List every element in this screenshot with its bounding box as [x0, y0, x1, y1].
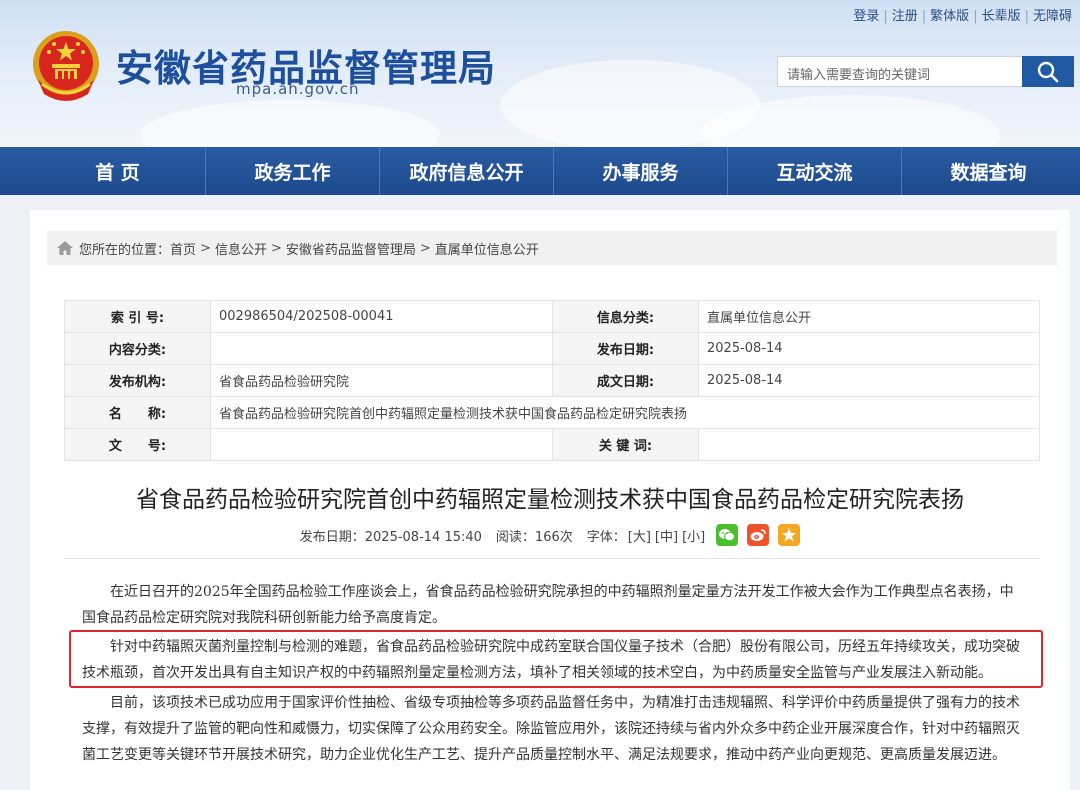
- breadcrumb-separator: >: [419, 240, 431, 256]
- home-icon: [57, 241, 73, 255]
- doc-number-label: 文 号:: [64, 428, 211, 461]
- keywords-value: [698, 428, 1040, 461]
- nav-services[interactable]: 办事服务: [554, 147, 727, 195]
- breadcrumb-affiliated-units[interactable]: 直属单位信息公开: [435, 239, 539, 258]
- favorite-icon: [782, 528, 797, 542]
- nav-information-disclosure[interactable]: 政府信息公开: [380, 147, 553, 195]
- main-nav: 首 页 政务工作 政府信息公开 办事服务 互动交流 数据查询: [0, 147, 1080, 195]
- wechat-icon: [719, 529, 736, 542]
- nav-home[interactable]: 首 页: [30, 147, 205, 195]
- elderly-mode-link[interactable]: 长辈版: [982, 9, 1021, 24]
- doc-number-value: [210, 428, 553, 461]
- link-separator: |: [883, 9, 888, 24]
- font-size-label: 字体：: [586, 529, 626, 545]
- doc-name-label: 名 称:: [64, 396, 211, 429]
- link-separator: |: [921, 9, 927, 24]
- table-row: 名 称: 省食品药品检验研究院首创中药辐照定量检测技术获中国食品药品检定研究院表…: [64, 396, 1040, 429]
- login-link[interactable]: 登录: [853, 9, 879, 24]
- keywords-label: 关 键 词:: [552, 428, 699, 461]
- category-value: 直属单位信息公开: [698, 300, 1040, 333]
- article-info-bar: 发布日期：2025-08-14 15:40 阅读：166次 字体： [大] [中…: [30, 524, 1070, 546]
- publish-datetime: 发布日期：2025-08-14 15:40: [299, 529, 482, 545]
- national-emblem-icon[interactable]: [28, 28, 104, 106]
- search-icon: [1037, 61, 1059, 82]
- nav-government-affairs[interactable]: 政务工作: [206, 147, 379, 195]
- table-row: 文 号: 关 键 词:: [64, 428, 1040, 461]
- weibo-icon: [750, 529, 766, 541]
- created-date-label: 成文日期:: [552, 364, 699, 397]
- link-separator: |: [1024, 9, 1029, 24]
- content-type-label: 内容分类:: [64, 332, 211, 365]
- breadcrumb-separator: >: [270, 240, 282, 256]
- publish-date-value: 2025-08-14: [698, 332, 1040, 365]
- accessibility-link[interactable]: 无障碍: [1033, 9, 1072, 24]
- favorite-share-button[interactable]: [778, 524, 801, 546]
- register-link[interactable]: 注册: [892, 9, 918, 24]
- wechat-share-button[interactable]: [716, 524, 739, 546]
- publish-date-label: 发布日期:: [552, 332, 699, 365]
- index-number-label: 索 引 号:: [64, 300, 211, 333]
- table-row: 内容分类: 发布日期: 2025-08-14: [64, 332, 1040, 365]
- breadcrumb-bureau[interactable]: 安徽省药品监督管理局: [286, 239, 416, 258]
- font-size-large[interactable]: [大]: [628, 526, 651, 545]
- breadcrumb-separator: >: [200, 240, 211, 256]
- table-row: 索 引 号: 002986504/202508-00041 信息分类: 直属单位…: [64, 300, 1040, 333]
- article-title: 省食品药品检验研究院首创中药辐照定量检测技术获中国食品药品检定研究院表扬: [136, 487, 964, 513]
- issuer-value: 省食品药品检验研究院: [210, 364, 553, 397]
- traditional-chinese-link[interactable]: 繁体版: [930, 9, 969, 24]
- content-panel: 您所在的位置： 首页 > 信息公开 > 安徽省药品监督管理局 > 直属单位信息公…: [30, 210, 1070, 790]
- font-size-medium[interactable]: [中]: [655, 526, 678, 545]
- issuer-label: 发布机构:: [64, 364, 211, 397]
- breadcrumb-home[interactable]: 首页: [170, 239, 196, 258]
- nav-interaction[interactable]: 互动交流: [728, 147, 901, 195]
- breadcrumb-info-disclosure[interactable]: 信息公开: [215, 239, 267, 258]
- index-number-value: 002986504/202508-00041: [210, 300, 553, 333]
- document-metadata-table: 索 引 号: 002986504/202508-00041 信息分类: 直属单位…: [64, 300, 1040, 461]
- created-date-value: 2025-08-14: [698, 364, 1040, 397]
- article-paragraph: 在近日召开的2025年全国药品检验工作座谈会上，省食品药品检验研究院承担的中药辐…: [82, 584, 1014, 626]
- category-label: 信息分类:: [552, 300, 699, 333]
- site-domain: mpa.ah.gov.cn: [236, 80, 360, 98]
- highlight-annotation-box: [69, 630, 1043, 688]
- read-count: 阅读：166次: [495, 529, 573, 545]
- site-header: 登录 | 注册 | 繁体版 | 长辈版 | 无障碍 安徽省药品监督管理局 mpa.ah.gov.…: [0, 0, 1080, 147]
- header-cloud-decoration: [140, 100, 440, 147]
- breadcrumb-prefix: 您所在的位置：: [79, 242, 171, 258]
- top-links: 登录 | 注册 | 繁体版 | 长辈版 | 无障碍: [853, 5, 1072, 24]
- doc-name-value: 省食品药品检验研究院首创中药辐照定量检测技术获中国食品药品检定研究院表扬: [210, 396, 1040, 429]
- search-input[interactable]: 请输入需要查询的关键词: [777, 56, 1023, 87]
- font-size-small[interactable]: [小]: [682, 526, 705, 545]
- content-type-value: [210, 332, 553, 365]
- search-button[interactable]: [1022, 56, 1074, 87]
- table-row: 发布机构: 省食品药品检验研究院 成文日期: 2025-08-14: [64, 364, 1040, 397]
- article-paragraph: 目前，该项技术已成功应用于国家评价性抽检、省级专项抽检等多项药品监督任务中，为精…: [82, 695, 1020, 763]
- link-separator: |: [973, 9, 978, 24]
- weibo-share-button[interactable]: [747, 524, 770, 546]
- breadcrumb: 您所在的位置： 首页 > 信息公开 > 安徽省药品监督管理局 > 直属单位信息公…: [47, 231, 1057, 265]
- nav-data-query[interactable]: 数据查询: [902, 147, 1075, 195]
- divider: [64, 558, 1040, 559]
